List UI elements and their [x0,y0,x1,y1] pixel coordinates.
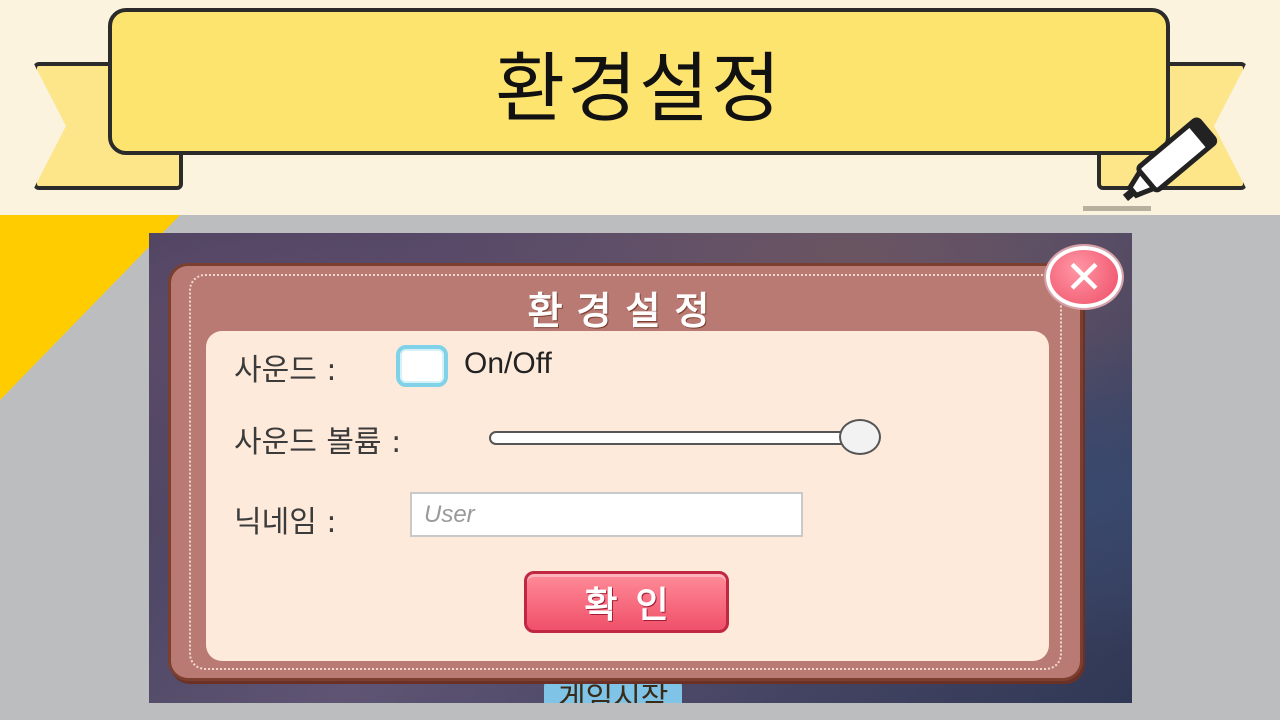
sound-checkbox[interactable] [396,345,448,387]
sound-label: 사운드 : [234,353,337,388]
confirm-button[interactable]: 확인 [524,571,729,633]
nickname-input[interactable] [410,492,803,537]
close-button[interactable]: ✕ [1046,246,1122,308]
sound-toggle-text: On/Off [464,347,552,380]
ribbon-banner: 환경설정 [108,8,1170,155]
page-title: 환경설정 [495,43,783,133]
dialog-body: 사운드 : On/Off 사운드 볼륨 : 닉네임 : 확인 [206,331,1049,661]
close-icon: ✕ [1064,250,1104,304]
pen-underline [1083,206,1151,211]
volume-slider-track[interactable] [489,431,864,445]
dialog-title: 환경설정 [527,289,724,333]
marker-pen-icon [1122,117,1218,202]
nickname-label: 닉네임 : [234,505,337,540]
settings-dialog: 환경설정 사운드 : On/Off 사운드 볼륨 : 닉네임 : 확인 [168,263,1083,681]
volume-label: 사운드 볼륨 : [234,425,402,460]
volume-slider-thumb[interactable] [838,419,881,455]
